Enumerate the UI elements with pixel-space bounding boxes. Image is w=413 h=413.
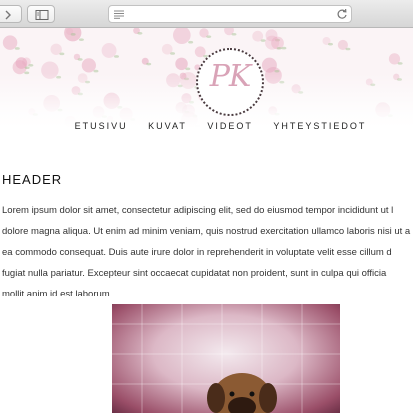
- reload-icon[interactable]: [336, 8, 348, 20]
- main-nav: ETUSIVU KUVAT VIDEOT YHTEYSTIEDOT: [0, 121, 413, 131]
- nav-link-yhteystiedot[interactable]: YHTEYSTIEDOT: [273, 121, 366, 131]
- paragraph-line: Lorem ipsum dolor sit amet, consectetur …: [2, 205, 394, 216]
- reader-lines-icon[interactable]: [113, 9, 125, 19]
- paragraph-line: fugiat nulla pariatur. Excepteur sint oc…: [2, 268, 387, 279]
- sidebar-icon: [35, 10, 49, 20]
- paragraph-line: dolore magna aliqua. Ut enim ad minim ve…: [2, 226, 411, 237]
- address-bar[interactable]: [108, 5, 352, 23]
- chevron-right-icon: [5, 10, 11, 20]
- content-paragraph: Lorem ipsum dolor sit amet, consectetur …: [2, 200, 413, 296]
- nav-link-etusivu[interactable]: ETUSIVU: [75, 121, 128, 131]
- forward-button[interactable]: [0, 5, 22, 23]
- nav-link-kuvat[interactable]: KUVAT: [148, 121, 187, 131]
- paragraph-line: ea commodo consequat. Duis aute irure do…: [2, 247, 392, 258]
- logo-text: PK: [209, 59, 252, 94]
- browser-toolbar: [0, 0, 413, 28]
- sidebar-toggle-button[interactable]: [27, 5, 55, 23]
- nav-link-videot[interactable]: VIDEOT: [207, 121, 253, 131]
- puppy-illustration: [112, 304, 340, 413]
- content-heading: HEADER: [2, 172, 63, 187]
- paragraph-line: mollit anim id est laborum.: [2, 289, 113, 296]
- site-logo[interactable]: PK: [196, 48, 264, 116]
- puppy-photo: [112, 304, 340, 413]
